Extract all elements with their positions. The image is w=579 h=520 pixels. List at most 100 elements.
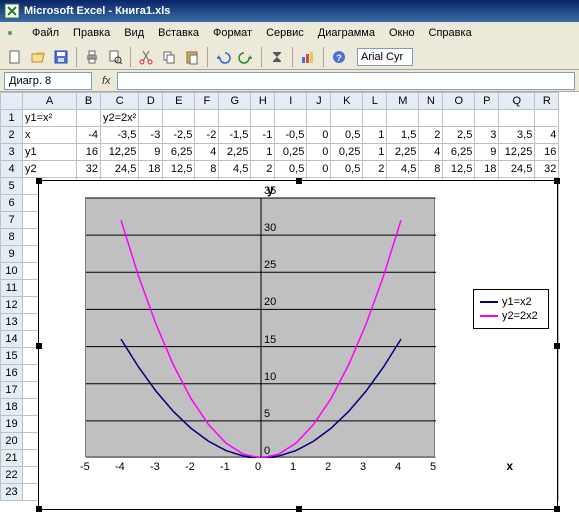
row-header[interactable]: 9 <box>1 246 23 263</box>
menu-file[interactable]: Файл <box>26 25 65 41</box>
row-header[interactable]: 12 <box>1 297 23 314</box>
undo-icon[interactable] <box>212 46 234 68</box>
cell[interactable]: 0 <box>307 161 331 178</box>
select-all[interactable] <box>1 93 23 110</box>
row-header[interactable]: 8 <box>1 229 23 246</box>
cell[interactable]: y2 <box>23 161 77 178</box>
cell[interactable]: 12,25 <box>101 144 139 161</box>
column-header[interactable]: L <box>363 93 387 110</box>
chart-legend[interactable]: y1=x2 y2=2x2 <box>473 289 549 329</box>
paste-icon[interactable] <box>181 46 203 68</box>
cell[interactable]: 0 <box>307 127 331 144</box>
row-header[interactable]: 7 <box>1 212 23 229</box>
cell[interactable]: -1 <box>251 127 275 144</box>
chart-wizard-icon[interactable] <box>297 46 319 68</box>
cell[interactable]: -4 <box>77 127 101 144</box>
cell[interactable]: 12,25 <box>499 144 535 161</box>
cell[interactable]: 0 <box>307 144 331 161</box>
cell[interactable]: 2 <box>419 127 443 144</box>
cell[interactable] <box>275 110 307 127</box>
cell[interactable]: 2 <box>251 161 275 178</box>
new-icon[interactable] <box>4 46 26 68</box>
row-header[interactable]: 17 <box>1 382 23 399</box>
cell[interactable] <box>535 110 559 127</box>
menu-view[interactable]: Вид <box>118 25 150 41</box>
cell[interactable] <box>419 110 443 127</box>
cell[interactable] <box>475 110 499 127</box>
cell[interactable]: 4 <box>419 144 443 161</box>
cell[interactable]: -3,5 <box>101 127 139 144</box>
column-header[interactable]: D <box>139 93 163 110</box>
cell[interactable]: 9 <box>475 144 499 161</box>
autosum-icon[interactable] <box>266 46 288 68</box>
cell[interactable]: x <box>23 127 77 144</box>
cell[interactable]: 9 <box>139 144 163 161</box>
chart-object[interactable]: y x y1=x2 y2=2x2 -5-4-3-2-1012345 051015… <box>38 180 558 510</box>
column-header[interactable]: R <box>535 93 559 110</box>
column-header[interactable]: K <box>331 93 363 110</box>
cell[interactable]: -1,5 <box>219 127 251 144</box>
column-header[interactable]: B <box>77 93 101 110</box>
cell[interactable]: 1 <box>363 144 387 161</box>
cell[interactable]: 8 <box>195 161 219 178</box>
row-header[interactable]: 5 <box>1 178 23 195</box>
cell[interactable]: 1,5 <box>387 127 419 144</box>
formula-input[interactable] <box>117 72 575 90</box>
row-header[interactable]: 23 <box>1 484 23 501</box>
redo-icon[interactable] <box>235 46 257 68</box>
font-selector[interactable]: Arial Cyr <box>357 48 413 66</box>
cell[interactable]: y1=x² <box>23 110 77 127</box>
column-header[interactable]: G <box>219 93 251 110</box>
cell[interactable]: 8 <box>419 161 443 178</box>
save-icon[interactable] <box>50 46 72 68</box>
row-header[interactable]: 15 <box>1 348 23 365</box>
cell[interactable]: 32 <box>535 161 559 178</box>
cell[interactable]: -3 <box>139 127 163 144</box>
column-header[interactable]: I <box>275 93 307 110</box>
cell[interactable]: y1 <box>23 144 77 161</box>
row-header[interactable]: 14 <box>1 331 23 348</box>
cell[interactable]: 0,5 <box>331 161 363 178</box>
column-header[interactable]: N <box>419 93 443 110</box>
cell[interactable]: 0,5 <box>331 127 363 144</box>
column-header[interactable]: M <box>387 93 419 110</box>
open-icon[interactable] <box>27 46 49 68</box>
cell[interactable] <box>363 110 387 127</box>
cell[interactable]: 4,5 <box>387 161 419 178</box>
menu-edit[interactable]: Правка <box>67 25 116 41</box>
cell[interactable]: 0,25 <box>331 144 363 161</box>
cell[interactable] <box>77 110 101 127</box>
row-header[interactable]: 1 <box>1 110 23 127</box>
column-header[interactable]: F <box>195 93 219 110</box>
row-header[interactable]: 2 <box>1 127 23 144</box>
cell[interactable]: 2,5 <box>443 127 475 144</box>
cell[interactable] <box>331 110 363 127</box>
chart-plot-area[interactable] <box>85 197 435 457</box>
row-header[interactable]: 20 <box>1 433 23 450</box>
cell[interactable]: 2,25 <box>219 144 251 161</box>
cell[interactable]: 18 <box>475 161 499 178</box>
cell[interactable]: 2 <box>363 161 387 178</box>
cell[interactable]: y2=2x² <box>101 110 139 127</box>
row-header[interactable]: 11 <box>1 280 23 297</box>
row-header[interactable]: 19 <box>1 416 23 433</box>
menu-window[interactable]: Окно <box>383 25 421 41</box>
column-header[interactable]: Q <box>499 93 535 110</box>
cell[interactable] <box>387 110 419 127</box>
worksheet-grid[interactable]: ABCDEFGHIJKLMNOPQR1y1=x²y2=2x²2x-4-3,5-3… <box>0 92 579 501</box>
cell[interactable]: 4 <box>195 144 219 161</box>
menu-help[interactable]: Справка <box>423 25 478 41</box>
cell[interactable] <box>139 110 163 127</box>
cut-icon[interactable] <box>135 46 157 68</box>
cell[interactable] <box>307 110 331 127</box>
cell[interactable] <box>443 110 475 127</box>
column-header[interactable]: E <box>163 93 195 110</box>
column-header[interactable]: J <box>307 93 331 110</box>
cell[interactable]: 0,25 <box>275 144 307 161</box>
cell[interactable] <box>251 110 275 127</box>
row-header[interactable]: 16 <box>1 365 23 382</box>
column-header[interactable]: O <box>443 93 475 110</box>
cell[interactable]: 24,5 <box>499 161 535 178</box>
cell[interactable]: 6,25 <box>443 144 475 161</box>
row-header[interactable]: 3 <box>1 144 23 161</box>
